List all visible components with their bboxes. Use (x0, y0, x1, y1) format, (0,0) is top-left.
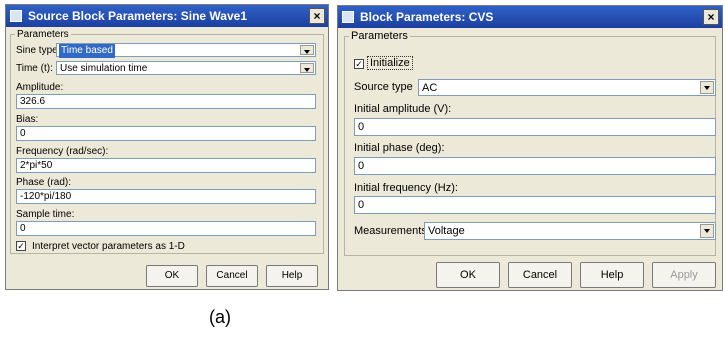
chevron-down-icon[interactable] (300, 45, 314, 55)
ok-button[interactable]: OK (146, 265, 198, 287)
sine-wave-dialog: Source Block Parameters: Sine Wave1 × Pa… (5, 4, 329, 290)
initial-frequency-field[interactable]: 0 (354, 196, 716, 214)
initial-frequency-label: Initial frequency (Hz): (354, 182, 458, 194)
close-icon[interactable]: × (309, 8, 325, 24)
phase-field[interactable]: -120*pi/180 (16, 189, 316, 204)
phase-label: Phase (rad): (16, 177, 72, 188)
initialize-checkbox[interactable]: ✓ (354, 59, 364, 69)
sine-type-label: Sine type: (16, 45, 61, 56)
chevron-down-icon[interactable] (700, 81, 714, 94)
sine-type-dropdown[interactable]: Time based (56, 43, 316, 58)
interpret-label: Interpret vector parameters as 1-D (32, 241, 185, 252)
frequency-field[interactable]: 2*pi*50 (16, 158, 316, 173)
cancel-button[interactable]: Cancel (206, 265, 258, 287)
sine-wave-title-bar: Source Block Parameters: Sine Wave1 × (6, 5, 328, 27)
source-type-dropdown[interactable]: AC (418, 79, 716, 96)
time-dropdown[interactable]: Use simulation time (56, 61, 316, 75)
cvs-title-bar: Block Parameters: CVS × (338, 6, 722, 28)
interpret-checkbox[interactable]: ✓ (16, 241, 26, 251)
initial-phase-label: Initial phase (deg): (354, 142, 445, 154)
source-type-value: AC (422, 82, 438, 94)
chevron-down-icon[interactable] (700, 224, 714, 238)
cvs-dialog: Block Parameters: CVS × Parameters ✓ Ini… (337, 5, 723, 291)
sine-wave-title: Source Block Parameters: Sine Wave1 (28, 9, 247, 23)
initial-amplitude-field[interactable]: 0 (354, 118, 716, 136)
help-button[interactable]: Help (580, 262, 644, 288)
chevron-down-icon[interactable] (300, 63, 314, 73)
cancel-button[interactable]: Cancel (508, 262, 572, 288)
measurements-value: Voltage (428, 225, 465, 237)
sample-time-field[interactable]: 0 (16, 221, 316, 236)
bias-label: Bias: (16, 114, 39, 125)
sine-type-value: Time based (59, 44, 115, 58)
measurements-dropdown[interactable]: Voltage (424, 222, 716, 240)
initial-amplitude-label: Initial amplitude (V): (354, 103, 452, 115)
parameters-group-label: Parameters (351, 30, 408, 42)
source-type-label: Source type (354, 81, 413, 93)
cvs-title: Block Parameters: CVS (360, 10, 494, 24)
bias-field[interactable]: 0 (16, 126, 316, 141)
time-label: Time (t): (16, 63, 53, 74)
help-button[interactable]: Help (266, 265, 318, 287)
sample-time-label: Sample time: (16, 209, 75, 220)
parameters-group-label: Parameters (17, 29, 69, 40)
simulink-app-icon (10, 10, 22, 22)
time-value: Use simulation time (60, 63, 148, 74)
simulink-app-icon (342, 11, 354, 23)
figure-caption: (a) (209, 307, 231, 327)
measurements-label: Measurements (354, 225, 427, 237)
initialize-label: Initialize (367, 56, 413, 70)
ok-button[interactable]: OK (436, 262, 500, 288)
amplitude-label: Amplitude: (16, 82, 64, 93)
initial-phase-field[interactable]: 0 (354, 157, 716, 175)
close-icon[interactable]: × (703, 9, 719, 25)
frequency-label: Frequency (rad/sec): (16, 146, 109, 157)
apply-button[interactable]: Apply (652, 262, 716, 288)
amplitude-field[interactable]: 326.6 (16, 94, 316, 109)
